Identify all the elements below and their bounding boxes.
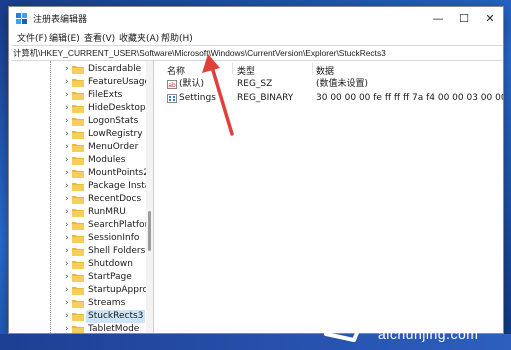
registry-editor-window: 注册表编辑器 — ☐ ✕ 文件(F) 编辑(E) 查看(V) 收藏夹(A) 帮助… bbox=[8, 6, 504, 334]
watermark-logo-icon bbox=[324, 298, 370, 342]
annotation-arrow bbox=[202, 54, 234, 136]
watermark-url: aichunjing.com bbox=[378, 326, 479, 342]
watermark-title: 爱纯净 bbox=[390, 300, 471, 328]
